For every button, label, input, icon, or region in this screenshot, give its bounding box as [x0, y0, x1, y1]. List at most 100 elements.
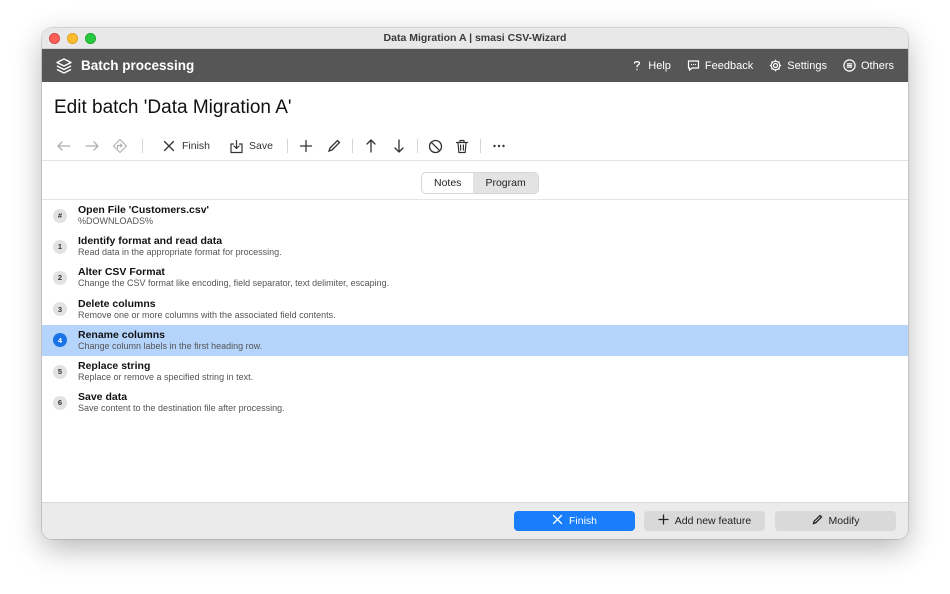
step-row-save-data[interactable]: 6 Save data Save content to the destinat… — [42, 387, 908, 418]
header-menu: Help Feedback Settings Others — [630, 59, 908, 72]
step-text: Delete columns Remove one or more column… — [78, 298, 336, 321]
pencil-icon — [812, 514, 823, 528]
arrow-up-icon — [363, 138, 379, 154]
settings-button[interactable]: Settings — [769, 59, 827, 72]
step-text: Alter CSV Format Change the CSV format l… — [78, 266, 389, 289]
toolbar-divider — [479, 139, 481, 153]
others-label: Others — [860, 59, 894, 72]
step-title: Open File 'Customers.csv' — [78, 204, 210, 217]
add-new-feature-button[interactable]: Add new feature — [644, 511, 765, 531]
close-icon — [161, 138, 177, 154]
step-number-badge: 1 — [53, 239, 67, 254]
forward-button[interactable] — [82, 135, 102, 157]
step-description: Remove one or more columns with the asso… — [78, 309, 336, 320]
finish-toolbar-label: Finish — [182, 140, 211, 152]
arrow-down-icon — [391, 138, 407, 154]
plus-icon — [298, 138, 314, 154]
step-row-replace-string[interactable]: 5 Replace string Replace or remove a spe… — [42, 356, 908, 387]
step-text: Save data Save content to the destinatio… — [78, 391, 285, 414]
delete-step-button[interactable] — [452, 135, 472, 157]
toolbar: Finish Save — [54, 135, 509, 157]
step-title: Rename columns — [78, 328, 165, 341]
app-name: Batch processing — [81, 58, 195, 73]
toolbar-divider-line — [42, 160, 908, 161]
others-button[interactable]: Others — [843, 59, 894, 72]
step-description: Replace or remove a specified string in … — [78, 372, 254, 383]
close-window-button[interactable] — [49, 33, 60, 44]
settings-label: Settings — [787, 59, 827, 72]
modify-button[interactable]: Modify — [775, 511, 896, 531]
step-row-identify-format[interactable]: 1 Identify format and read data Read dat… — [42, 231, 908, 262]
step-text: Open File 'Customers.csv' %DOWNLOADS% — [78, 204, 209, 227]
step-description: Change column labels in the first headin… — [78, 340, 263, 351]
help-button[interactable]: Help — [630, 59, 671, 72]
diamond-arrow-icon — [112, 138, 128, 154]
feedback-button[interactable]: Feedback — [687, 59, 753, 72]
step-title: Save data — [78, 391, 128, 404]
save-button[interactable]: Save — [226, 135, 275, 157]
step-description: %DOWNLOADS% — [78, 216, 154, 227]
window-controls — [49, 33, 96, 44]
view-segmented-control: Notes Program — [421, 172, 539, 194]
prohibited-icon — [428, 138, 444, 154]
step-description: Read data in the appropriate format for … — [78, 247, 282, 258]
save-label: Save — [249, 140, 273, 152]
step-number-badge: 2 — [53, 270, 67, 285]
step-title: Identify format and read data — [78, 235, 223, 248]
modify-label: Modify — [828, 515, 860, 527]
add-new-feature-label: Add new feature — [674, 515, 752, 527]
more-options-button[interactable] — [489, 135, 509, 157]
step-row-alter-csv-format[interactable]: 2 Alter CSV Format Change the CSV format… — [42, 262, 908, 293]
window-title: Data Migration A | smasi CSV-Wizard — [383, 32, 567, 44]
step-description: Save content to the destination file aft… — [78, 403, 285, 414]
step-number-badge: # — [53, 208, 67, 223]
step-row-rename-columns[interactable]: 4 Rename columns Change column labels in… — [42, 324, 908, 356]
move-up-button[interactable] — [361, 135, 381, 157]
toolbar-divider — [351, 139, 353, 153]
edit-step-button[interactable] — [324, 135, 344, 157]
step-row-open-file[interactable]: # Open File 'Customers.csv' %DOWNLOADS% — [42, 200, 908, 231]
arrow-left-icon — [56, 138, 72, 154]
add-step-button[interactable] — [296, 135, 316, 157]
trash-icon — [454, 138, 470, 154]
tab-notes[interactable]: Notes — [422, 173, 473, 193]
step-title: Delete columns — [78, 297, 156, 310]
finish-label: Finish — [568, 515, 597, 527]
tab-program[interactable]: Program — [473, 173, 538, 193]
help-label: Help — [648, 59, 671, 72]
toolbar-divider — [286, 139, 288, 153]
close-icon — [552, 514, 563, 528]
toolbar-divider — [142, 139, 143, 153]
finish-toolbar-button[interactable]: Finish — [159, 135, 212, 157]
finish-button[interactable]: Finish — [514, 511, 635, 531]
move-down-button[interactable] — [389, 135, 409, 157]
question-icon — [630, 59, 643, 72]
page-title: Edit batch 'Data Migration A' — [54, 97, 292, 118]
list-circle-icon — [843, 59, 856, 72]
step-text: Identify format and read data Read data … — [78, 235, 282, 258]
save-tray-icon — [228, 138, 244, 154]
step-number-badge: 4 — [53, 333, 67, 348]
app-header: Batch processing Help Feedback Settings — [42, 49, 908, 82]
step-description: Change the CSV format like encoding, fie… — [78, 278, 390, 289]
speech-bubble-icon — [687, 59, 700, 72]
gear-icon — [769, 59, 782, 72]
minimize-window-button[interactable] — [67, 33, 78, 44]
footer-bar: Finish Add new feature Modify — [42, 502, 908, 539]
step-number-badge: 3 — [53, 302, 67, 317]
step-row-delete-columns[interactable]: 3 Delete columns Remove one or more colu… — [42, 294, 908, 325]
feedback-label: Feedback — [704, 59, 754, 72]
step-text: Rename columns Change column labels in t… — [78, 329, 262, 352]
navigate-button[interactable] — [110, 135, 130, 157]
step-title: Alter CSV Format — [78, 266, 165, 279]
ellipsis-icon — [491, 138, 507, 154]
back-button[interactable] — [54, 135, 74, 157]
title-bar: Data Migration A | smasi CSV-Wizard — [42, 28, 908, 49]
layers-icon — [55, 57, 73, 75]
step-number-badge: 6 — [53, 395, 67, 410]
step-title: Replace string — [78, 360, 151, 373]
disable-step-button[interactable] — [426, 135, 446, 157]
plus-icon — [658, 514, 669, 528]
maximize-window-button[interactable] — [85, 33, 96, 44]
arrow-right-icon — [84, 138, 100, 154]
